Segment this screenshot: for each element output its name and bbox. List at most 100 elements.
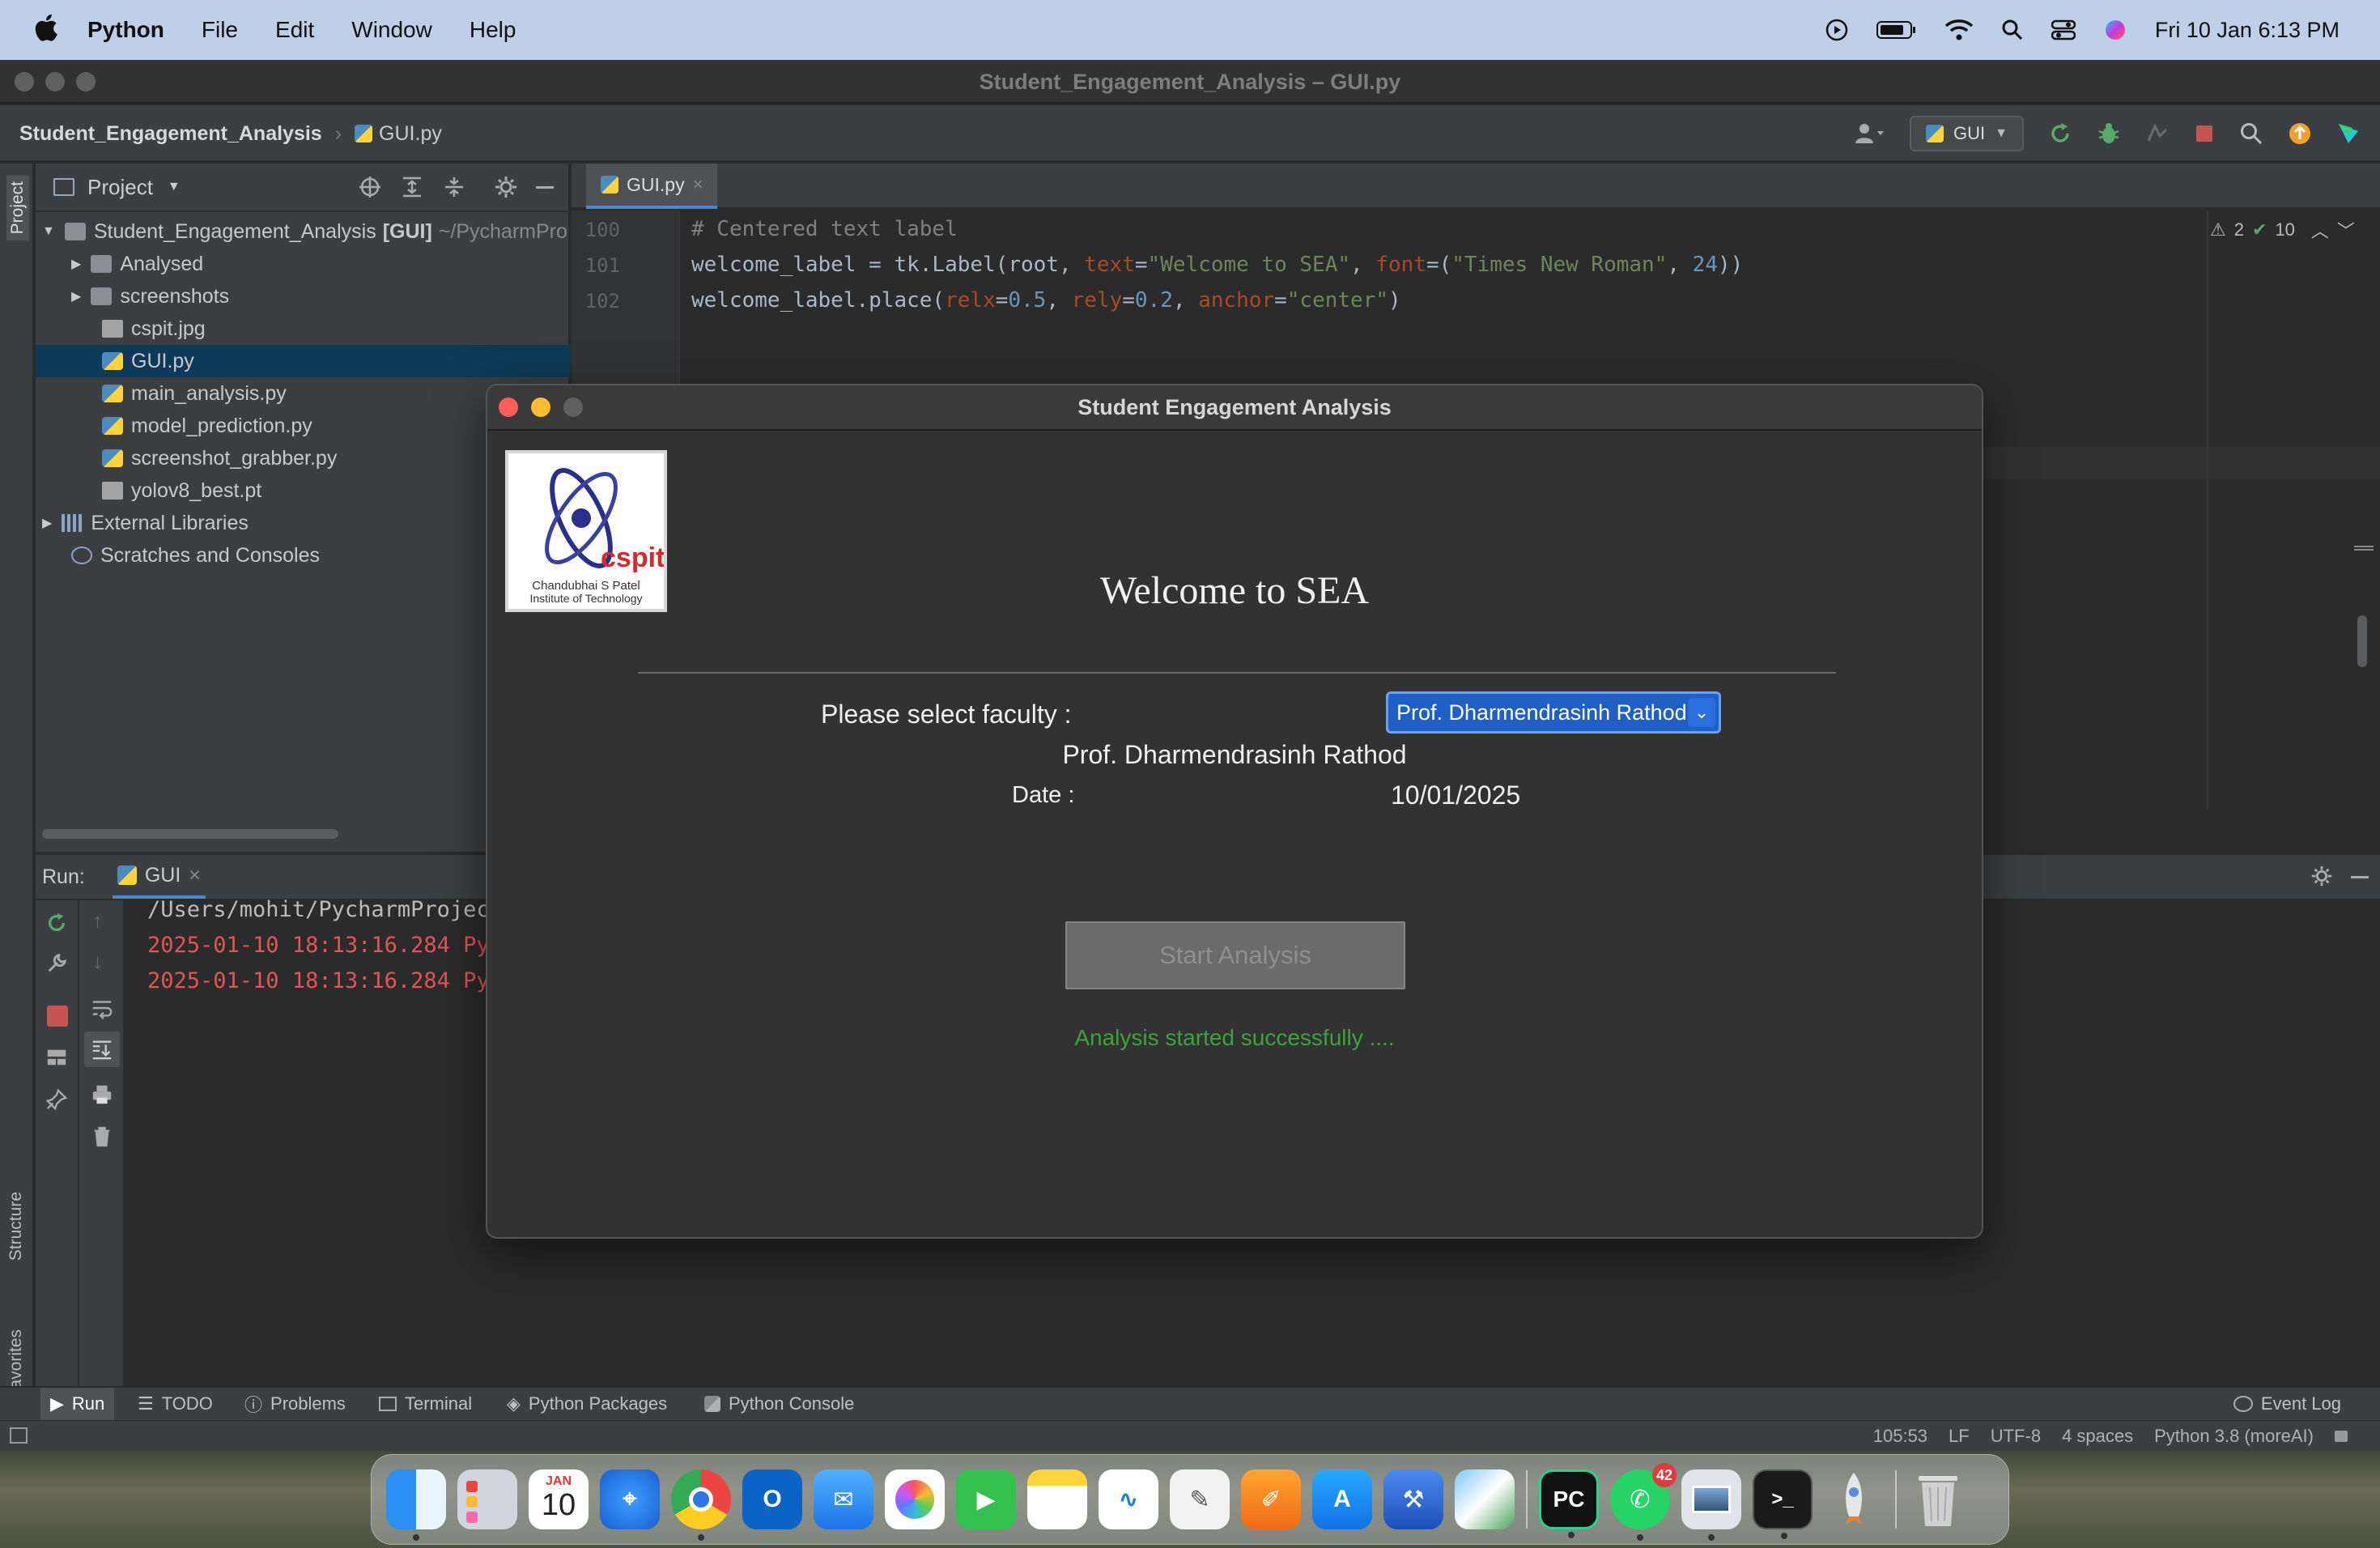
notes-icon[interactable]: [1027, 1469, 1087, 1529]
rerun-icon[interactable]: [45, 912, 68, 934]
preview-icon[interactable]: [1681, 1469, 1741, 1541]
trash-icon[interactable]: [1908, 1469, 1968, 1529]
app-store-icon[interactable]: A: [1312, 1469, 1372, 1529]
bottom-tab-python-packages[interactable]: ◈ Python Packages: [507, 1388, 667, 1420]
layout-icon[interactable]: [45, 1046, 68, 1069]
chevron-right-icon[interactable]: ▶: [42, 515, 52, 531]
menu-window[interactable]: Window: [351, 17, 432, 43]
bottom-tab-terminal[interactable]: Terminal: [379, 1388, 472, 1420]
toggle-tool-windows-icon[interactable]: [10, 1427, 28, 1444]
close-tab-icon[interactable]: ×: [189, 864, 201, 887]
run-configuration-select[interactable]: GUI ▼: [1910, 116, 2024, 151]
menu-file[interactable]: File: [202, 17, 238, 43]
stop-icon[interactable]: [2194, 123, 2215, 144]
tree-item-screenshots[interactable]: ▶ screenshots: [36, 280, 570, 313]
xcode-icon[interactable]: ⚒: [1383, 1469, 1443, 1529]
rerun-icon[interactable]: [2048, 121, 2072, 146]
arrow-down-icon[interactable]: ↓: [92, 949, 103, 974]
line-separator[interactable]: LF: [1949, 1426, 1970, 1447]
chevron-down-icon[interactable]: ▼: [168, 180, 181, 194]
bottom-tab-run[interactable]: ▶ Run: [40, 1388, 115, 1420]
safari-icon[interactable]: ⌖: [600, 1469, 660, 1529]
chevron-right-icon[interactable]: ▶: [71, 288, 81, 304]
pycharm-icon[interactable]: PC: [1539, 1469, 1599, 1538]
file-encoding[interactable]: UTF-8: [1991, 1426, 2041, 1447]
trash-icon[interactable]: [91, 1125, 113, 1148]
breadcrumb-project[interactable]: Student_Engagement_Analysis: [19, 122, 322, 146]
photos-icon[interactable]: [885, 1469, 945, 1529]
structure-tool-tab[interactable]: Structure: [6, 1192, 26, 1261]
whatsapp-icon[interactable]: ✆ 42: [1610, 1463, 1677, 1541]
siri-icon[interactable]: [2103, 18, 2127, 42]
editor-tab-gui[interactable]: GUI.py ×: [586, 164, 718, 209]
close-tab-icon[interactable]: ×: [693, 174, 703, 195]
freeform-icon[interactable]: ∿: [1099, 1469, 1158, 1529]
update-icon[interactable]: [2288, 121, 2312, 146]
lock-icon[interactable]: [2335, 1431, 2348, 1442]
chevron-down-icon[interactable]: ﹀: [2337, 217, 2355, 243]
inspection-widget[interactable]: ⚠ 2 ✔ 10 ︿ ﹀: [2210, 217, 2355, 243]
control-center-icon[interactable]: [2051, 19, 2076, 40]
tree-root[interactable]: ▼ Student_Engagement_Analysis [GUI] ~/Py…: [36, 215, 570, 248]
print-icon[interactable]: [91, 1083, 113, 1106]
minimize-panel-icon[interactable]: [2351, 876, 2369, 878]
terminal-icon[interactable]: >_: [1753, 1469, 1813, 1539]
wrench-icon[interactable]: [45, 952, 68, 975]
spotlight-search-icon[interactable]: [2001, 19, 2024, 41]
minimize-panel-icon[interactable]: [536, 185, 554, 189]
soft-wrap-icon[interactable]: [91, 997, 113, 1020]
menu-help[interactable]: Help: [470, 17, 516, 43]
python-interpreter[interactable]: Python 3.8 (moreAI): [2154, 1426, 2314, 1447]
virtualbox-icon[interactable]: [1455, 1469, 1515, 1529]
profile-icon[interactable]: [2145, 121, 2170, 146]
bottom-tab-problems[interactable]: ⓘ Problems: [244, 1388, 346, 1420]
pin-icon[interactable]: [45, 1088, 68, 1111]
breadcrumb-file[interactable]: GUI.py: [355, 122, 442, 146]
stop-icon[interactable]: [47, 1006, 68, 1027]
horizontal-scrollbar[interactable]: [42, 829, 338, 839]
editor-scrollbar-thumb[interactable]: [2357, 615, 2367, 667]
user-icon[interactable]: [1853, 121, 1885, 146]
locate-file-icon[interactable]: [358, 175, 382, 199]
event-log-tab[interactable]: Event Log: [2233, 1388, 2341, 1420]
chevron-up-icon[interactable]: ︿: [2311, 217, 2329, 243]
tree-item-analysed[interactable]: ▶ Analysed: [36, 248, 570, 280]
finder-icon[interactable]: [386, 1469, 446, 1541]
pages-icon[interactable]: ✐: [1241, 1469, 1301, 1529]
gear-icon[interactable]: [494, 175, 518, 199]
start-analysis-button[interactable]: Start Analysis: [1065, 921, 1405, 989]
play-circle-icon[interactable]: [1825, 18, 1849, 42]
chevron-down-icon[interactable]: ▼: [42, 224, 55, 239]
faculty-select[interactable]: Prof. Dharmendrasinh Rathod ⌄: [1386, 691, 1721, 734]
chrome-icon[interactable]: [671, 1469, 731, 1541]
clock[interactable]: Fri 10 Jan 6:13 PM: [2155, 18, 2340, 43]
debug-icon[interactable]: [2097, 121, 2121, 146]
apple-icon[interactable]: [32, 11, 58, 44]
battery-icon[interactable]: [1876, 19, 1917, 40]
mail-icon[interactable]: ✉: [814, 1469, 873, 1529]
search-icon[interactable]: [2239, 121, 2263, 146]
indent-setting[interactable]: 4 spaces: [2062, 1426, 2133, 1447]
outlook-icon[interactable]: O: [742, 1469, 802, 1529]
rocket-icon[interactable]: [1824, 1469, 1884, 1529]
arrow-up-icon[interactable]: ↑: [92, 908, 103, 933]
bottom-tab-python-console[interactable]: Python Console: [704, 1388, 854, 1420]
gear-icon[interactable]: [2310, 865, 2333, 887]
tree-item-cspit[interactable]: cspit.jpg: [36, 313, 570, 345]
facetime-icon[interactable]: ▶: [956, 1469, 1016, 1529]
scroll-to-end-toggle[interactable]: [84, 1031, 120, 1067]
menu-app-name[interactable]: Python: [87, 17, 164, 43]
wifi-icon[interactable]: [1944, 19, 1974, 41]
jetbrains-toolbox-icon[interactable]: [2336, 121, 2361, 146]
textedit-icon[interactable]: ✎: [1170, 1469, 1230, 1529]
calendar-icon[interactable]: JAN 10: [529, 1469, 589, 1529]
menu-edit[interactable]: Edit: [275, 17, 314, 43]
project-panel-title[interactable]: Project: [87, 175, 153, 200]
run-tab-gui[interactable]: GUI ×: [112, 855, 206, 899]
collapse-all-icon[interactable]: [442, 175, 466, 199]
launchpad-icon[interactable]: [457, 1469, 517, 1529]
chevron-right-icon[interactable]: ▶: [71, 256, 81, 272]
tree-item-gui[interactable]: GUI.py: [36, 345, 570, 377]
expand-all-icon[interactable]: [400, 175, 424, 199]
bottom-tab-todo[interactable]: ☰ TODO: [138, 1388, 213, 1420]
